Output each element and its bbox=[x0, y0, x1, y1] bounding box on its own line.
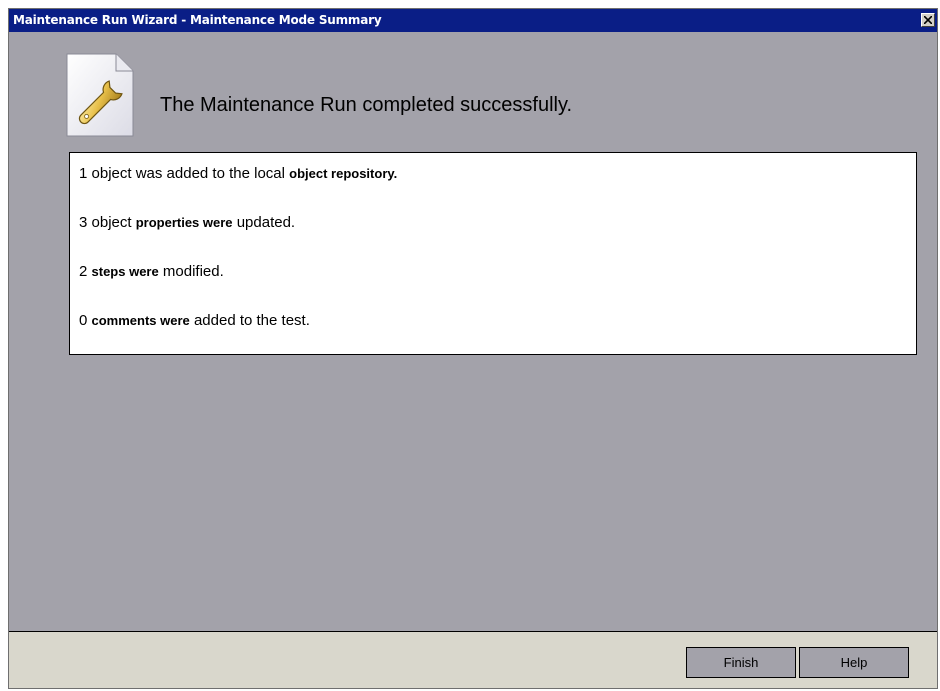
finish-button[interactable]: Finish bbox=[686, 647, 796, 678]
help-button[interactable]: Help bbox=[799, 647, 909, 678]
window-title: Maintenance Run Wizard - Maintenance Mod… bbox=[13, 13, 382, 27]
close-button[interactable] bbox=[921, 13, 935, 27]
button-bar: Finish Help bbox=[9, 631, 937, 688]
wizard-window: Maintenance Run Wizard - Maintenance Mod… bbox=[8, 8, 938, 689]
close-icon bbox=[924, 16, 932, 24]
summary-line-steps-modified: 2 steps were modified. bbox=[79, 263, 224, 280]
summary-panel: 1 object was added to the local object r… bbox=[69, 152, 917, 355]
wrench-document-icon bbox=[66, 53, 134, 137]
summary-line-objects-added: 1 object was added to the local object r… bbox=[79, 165, 398, 182]
summary-line-properties-updated: 3 object properties were updated. bbox=[79, 214, 296, 231]
summary-line-comments-added: 0 comments were added to the test. bbox=[79, 312, 310, 329]
wizard-content: The Maintenance Run completed successful… bbox=[9, 32, 937, 631]
title-bar[interactable]: Maintenance Run Wizard - Maintenance Mod… bbox=[9, 9, 937, 32]
completion-message: The Maintenance Run completed successful… bbox=[160, 94, 573, 116]
